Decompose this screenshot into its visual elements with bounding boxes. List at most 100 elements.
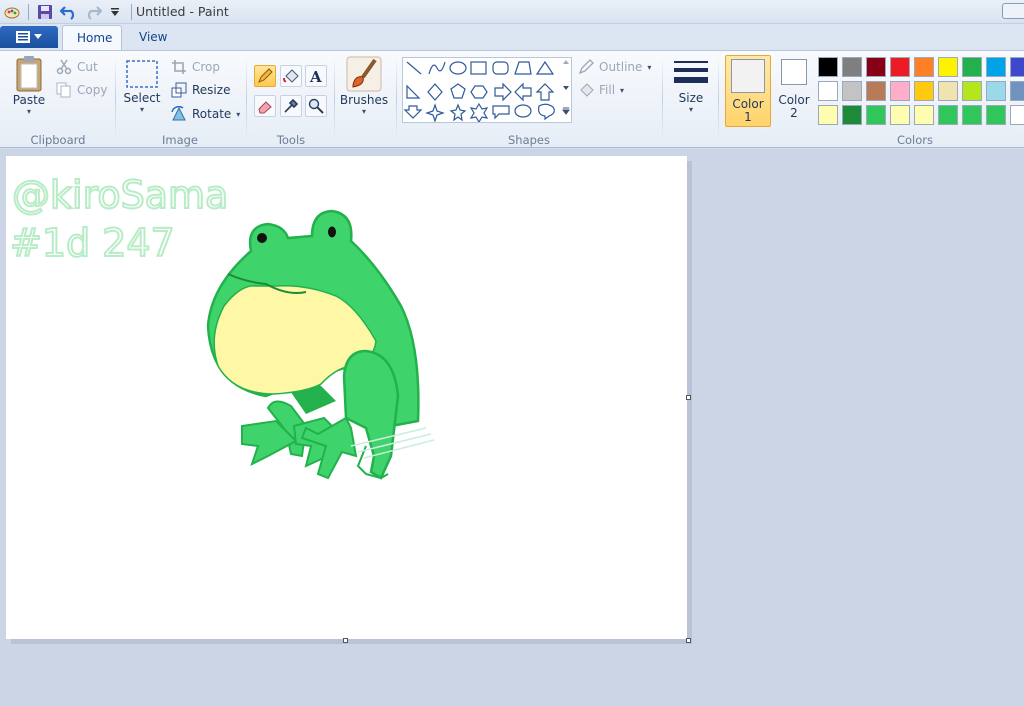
resize-handle-corner[interactable] [686, 638, 691, 643]
save-icon[interactable] [35, 2, 55, 22]
drawing-canvas[interactable]: @kiroSama #1d 247 [6, 156, 687, 639]
color2-label: Color [778, 93, 810, 107]
color-swatch[interactable] [890, 105, 910, 125]
size-button[interactable]: Size ▾ [670, 57, 712, 114]
resize-handle-bottom[interactable] [343, 638, 348, 643]
undo-icon[interactable] [59, 2, 79, 22]
menu-icon [16, 31, 30, 43]
color-swatch[interactable] [1010, 57, 1024, 77]
color-swatch[interactable] [1010, 105, 1024, 125]
chevron-down-icon: ▾ [620, 85, 625, 95]
color-swatch[interactable] [890, 57, 910, 77]
pencil-tool[interactable] [254, 65, 276, 87]
color-swatch[interactable] [914, 105, 934, 125]
magnifier-icon [308, 98, 324, 114]
color-swatch[interactable] [842, 81, 862, 101]
crop-icon [172, 60, 186, 74]
select-button[interactable]: Select ▾ [122, 57, 162, 114]
color-swatch[interactable] [866, 81, 886, 101]
color-swatch[interactable] [866, 105, 886, 125]
resize-icon [171, 82, 187, 98]
image-group-label: Image [161, 133, 199, 147]
minimize-button[interactable] [1002, 3, 1024, 19]
pencil-icon [258, 68, 273, 83]
shapes-icon-grid [403, 60, 570, 124]
shapes-gallery[interactable] [402, 57, 572, 124]
color-picker-tool[interactable] [280, 95, 302, 117]
chevron-down-icon: ▾ [688, 105, 693, 114]
window-title: Untitled - Paint [136, 4, 229, 19]
color-swatch[interactable] [986, 105, 1006, 125]
resize-button[interactable]: Resize [171, 82, 230, 98]
tab-view[interactable]: View [125, 25, 181, 50]
brushes-button[interactable]: Brushes ▾ [340, 55, 388, 116]
color-swatch[interactable] [938, 81, 958, 101]
color-swatch[interactable] [890, 81, 910, 101]
color-swatch[interactable] [914, 81, 934, 101]
resize-handle-right[interactable] [686, 395, 691, 400]
crop-label: Crop [192, 60, 221, 74]
eraser-tool[interactable] [254, 95, 276, 117]
color1-number: 1 [744, 110, 752, 124]
select-rectangle-icon [126, 60, 158, 88]
outline-label: Outline [599, 60, 643, 74]
ribbon: Paste ▾ Cut Copy Clipboard Select ▾ Crop… [0, 50, 1024, 148]
color-swatch[interactable] [914, 57, 934, 77]
customize-toolbar-icon[interactable] [105, 2, 125, 22]
chevron-down-icon: ▾ [236, 109, 241, 119]
copy-button[interactable]: Copy [56, 82, 107, 98]
color-swatch[interactable] [962, 57, 982, 77]
outline-button[interactable]: Outline ▾ [578, 59, 651, 75]
group-divider [662, 57, 663, 141]
color-swatch[interactable] [818, 57, 838, 77]
color1-label: Color [732, 97, 764, 111]
paint-bucket-icon [283, 69, 299, 83]
select-label: Select [123, 91, 161, 105]
clipboard-icon [16, 56, 42, 92]
group-divider [115, 57, 116, 141]
svg-text:A: A [309, 68, 322, 84]
copy-icon [56, 82, 71, 98]
brush-icon [346, 56, 382, 92]
ribbon-tab-row: Home View [0, 24, 1024, 50]
brushes-label: Brushes [339, 93, 389, 107]
color-swatch[interactable] [842, 57, 862, 77]
paste-button[interactable]: Paste ▾ [10, 55, 48, 116]
fill-tool[interactable] [280, 65, 302, 87]
tools-group-label: Tools [276, 133, 306, 147]
rotate-button[interactable]: Rotate ▾ [171, 106, 240, 122]
color-swatch[interactable] [962, 105, 982, 125]
color1-button[interactable]: Color 1 [725, 55, 771, 127]
color-swatch[interactable] [1010, 81, 1024, 101]
color-swatch[interactable] [938, 105, 958, 125]
text-tool[interactable]: A [305, 65, 327, 87]
color-swatch[interactable] [962, 81, 982, 101]
magnifier-tool[interactable] [305, 95, 327, 117]
chevron-down-icon: ▾ [361, 107, 366, 116]
quick-access-toolbar [2, 2, 132, 22]
chevron-down-icon [34, 34, 42, 39]
color-swatch[interactable] [986, 81, 1006, 101]
color-swatch[interactable] [842, 105, 862, 125]
color-swatch[interactable] [938, 57, 958, 77]
frog-right-eye [328, 226, 336, 238]
color-swatch[interactable] [818, 105, 838, 125]
color-swatch[interactable] [818, 81, 838, 101]
group-divider [334, 57, 335, 141]
clipboard-group-label: Clipboard [30, 133, 86, 147]
app-menu-button[interactable] [0, 26, 58, 48]
color-swatch[interactable] [866, 57, 886, 77]
paint-app-icon[interactable] [2, 2, 22, 22]
tab-home[interactable]: Home [62, 25, 122, 50]
color2-button[interactable]: Color 2 [776, 59, 812, 127]
cut-button[interactable]: Cut [56, 59, 98, 75]
redo-icon[interactable] [83, 2, 103, 22]
text-icon: A [309, 68, 322, 84]
color-swatch[interactable] [986, 57, 1006, 77]
crop-button[interactable]: Crop [171, 59, 220, 75]
fill-bucket-icon [580, 83, 594, 97]
fill-label: Fill [599, 83, 616, 97]
fill-button[interactable]: Fill ▾ [578, 82, 624, 98]
rotate-label: Rotate [192, 107, 232, 121]
shapes-group-label: Shapes [507, 133, 550, 147]
